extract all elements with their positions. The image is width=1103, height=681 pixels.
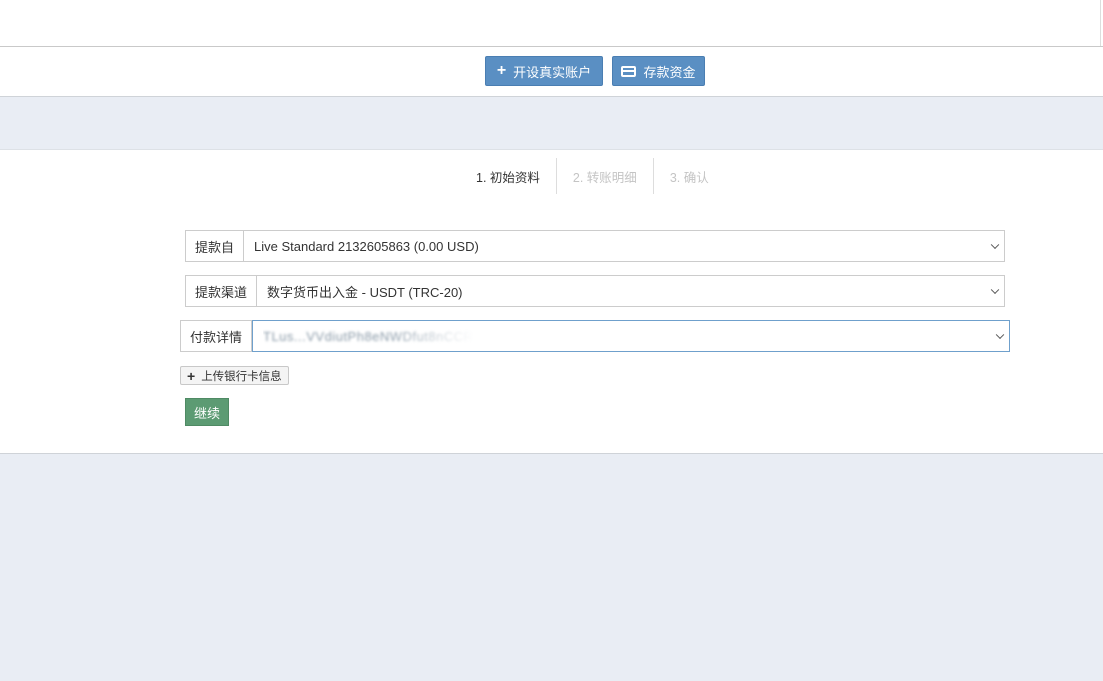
wizard-steps: 1. 初始资料 2. 转账明细 3. 确认 xyxy=(460,158,725,194)
withdraw-channel-value: 数字货币出入金 - USDT (TRC-20) xyxy=(267,284,463,300)
withdraw-from-field: 提款自 Live Standard 2132605863 (0.00 USD) xyxy=(185,230,1005,262)
chevron-down-icon xyxy=(990,240,1000,250)
step-confirm: 3. 确认 xyxy=(652,158,725,194)
withdraw-channel-label: 提款渠道 xyxy=(186,276,258,306)
deposit-funds-label: 存款资金 xyxy=(643,64,696,80)
step-initial-info: 1. 初始资料 xyxy=(476,170,540,185)
payment-details-value: TLus...VVdiutPh8eNWDfut8nCCR xyxy=(263,328,474,344)
credit-card-icon xyxy=(621,65,637,77)
upload-bank-card-label: 上传银行卡信息 xyxy=(201,370,282,383)
chevron-down-icon xyxy=(990,285,1000,295)
top-navigation-bar xyxy=(0,0,1103,47)
plus-icon: + xyxy=(187,367,196,384)
payment-details-label: 付款详情 xyxy=(181,321,253,351)
action-bar: + 开设真实账户 存款资金 xyxy=(0,47,1103,97)
payment-details-select[interactable]: TLus...VVdiutPh8eNWDfut8nCCR xyxy=(252,320,1010,352)
open-real-account-button[interactable]: + 开设真实账户 xyxy=(485,56,603,86)
payment-details-field: 付款详情 TLus...VVdiutPh8eNWDfut8nCCR xyxy=(180,320,1010,352)
withdraw-channel-select[interactable]: 数字货币出入金 - USDT (TRC-20) xyxy=(257,276,1004,306)
open-real-account-label: 开设真实账户 xyxy=(513,64,592,80)
continue-button[interactable]: 继续 xyxy=(185,398,229,426)
chevron-down-icon xyxy=(995,330,1005,340)
withdraw-from-select[interactable]: Live Standard 2132605863 (0.00 USD) xyxy=(244,231,1004,261)
deposit-funds-button[interactable]: 存款资金 xyxy=(612,56,705,86)
withdraw-from-value: Live Standard 2132605863 (0.00 USD) xyxy=(254,238,479,254)
withdraw-channel-field: 提款渠道 数字货币出入金 - USDT (TRC-20) xyxy=(185,275,1005,307)
top-bar-divider xyxy=(1100,0,1101,46)
withdraw-from-label: 提款自 xyxy=(186,231,245,261)
upload-bank-card-button[interactable]: + 上传银行卡信息 xyxy=(180,366,289,385)
step-transfer-details: 2. 转账明细 xyxy=(555,158,653,194)
plus-icon: + xyxy=(496,62,507,79)
